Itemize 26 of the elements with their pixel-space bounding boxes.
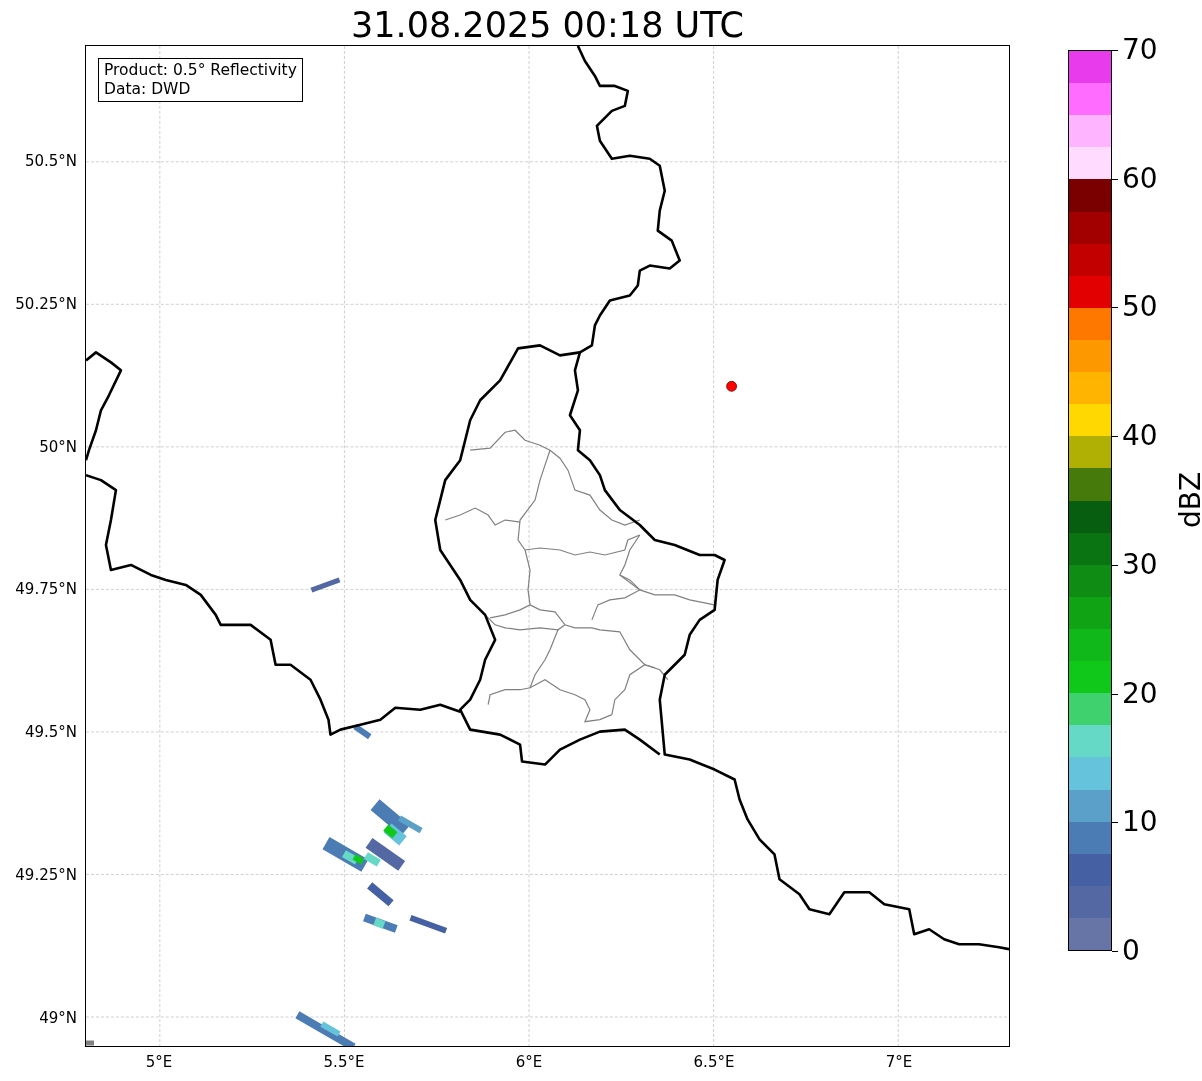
latitude-label: 50.25°N (15, 294, 77, 313)
colorbar-tick-label: 50 (1122, 292, 1158, 323)
colorbar-tick-label: 60 (1122, 163, 1158, 194)
latitude-label: 49.25°N (15, 866, 77, 885)
legend-text: Product: 0.5° Reflectivity (104, 61, 297, 80)
longitude-label: 6°E (515, 1053, 543, 1071)
colorbar-tick-label: 30 (1122, 549, 1158, 580)
radar-site-marker (726, 380, 737, 392)
longitude-label: 7°E (885, 1053, 913, 1071)
colorbar-tick-label: 10 (1122, 807, 1158, 838)
legend-text: Data: DWD (104, 80, 192, 99)
colorbar-tick-label: 0 (1122, 936, 1140, 966)
colorbar-tick-label: 70 (1122, 35, 1158, 65)
longitude-label: 5°E (145, 1053, 173, 1071)
latitude-label: 49.5°N (24, 723, 77, 742)
colorbar-label: dBZ (1176, 471, 1202, 529)
latitude-label: 49.75°N (15, 580, 77, 599)
latitude-label: 50°N (39, 437, 77, 456)
tick-mark (1112, 951, 1118, 952)
longitude-label: 5.5°E (323, 1053, 365, 1071)
latitude-label: 49°N (39, 1008, 77, 1027)
longitude-label: 6.5°E (693, 1053, 735, 1071)
chart-title: 31.08.2025 00:18 UTC (350, 4, 745, 45)
colorbar-tick-label: 20 (1122, 678, 1158, 709)
colorbar-tick-label: 40 (1122, 421, 1158, 452)
latitude-label: 50.5°N (24, 152, 77, 170)
